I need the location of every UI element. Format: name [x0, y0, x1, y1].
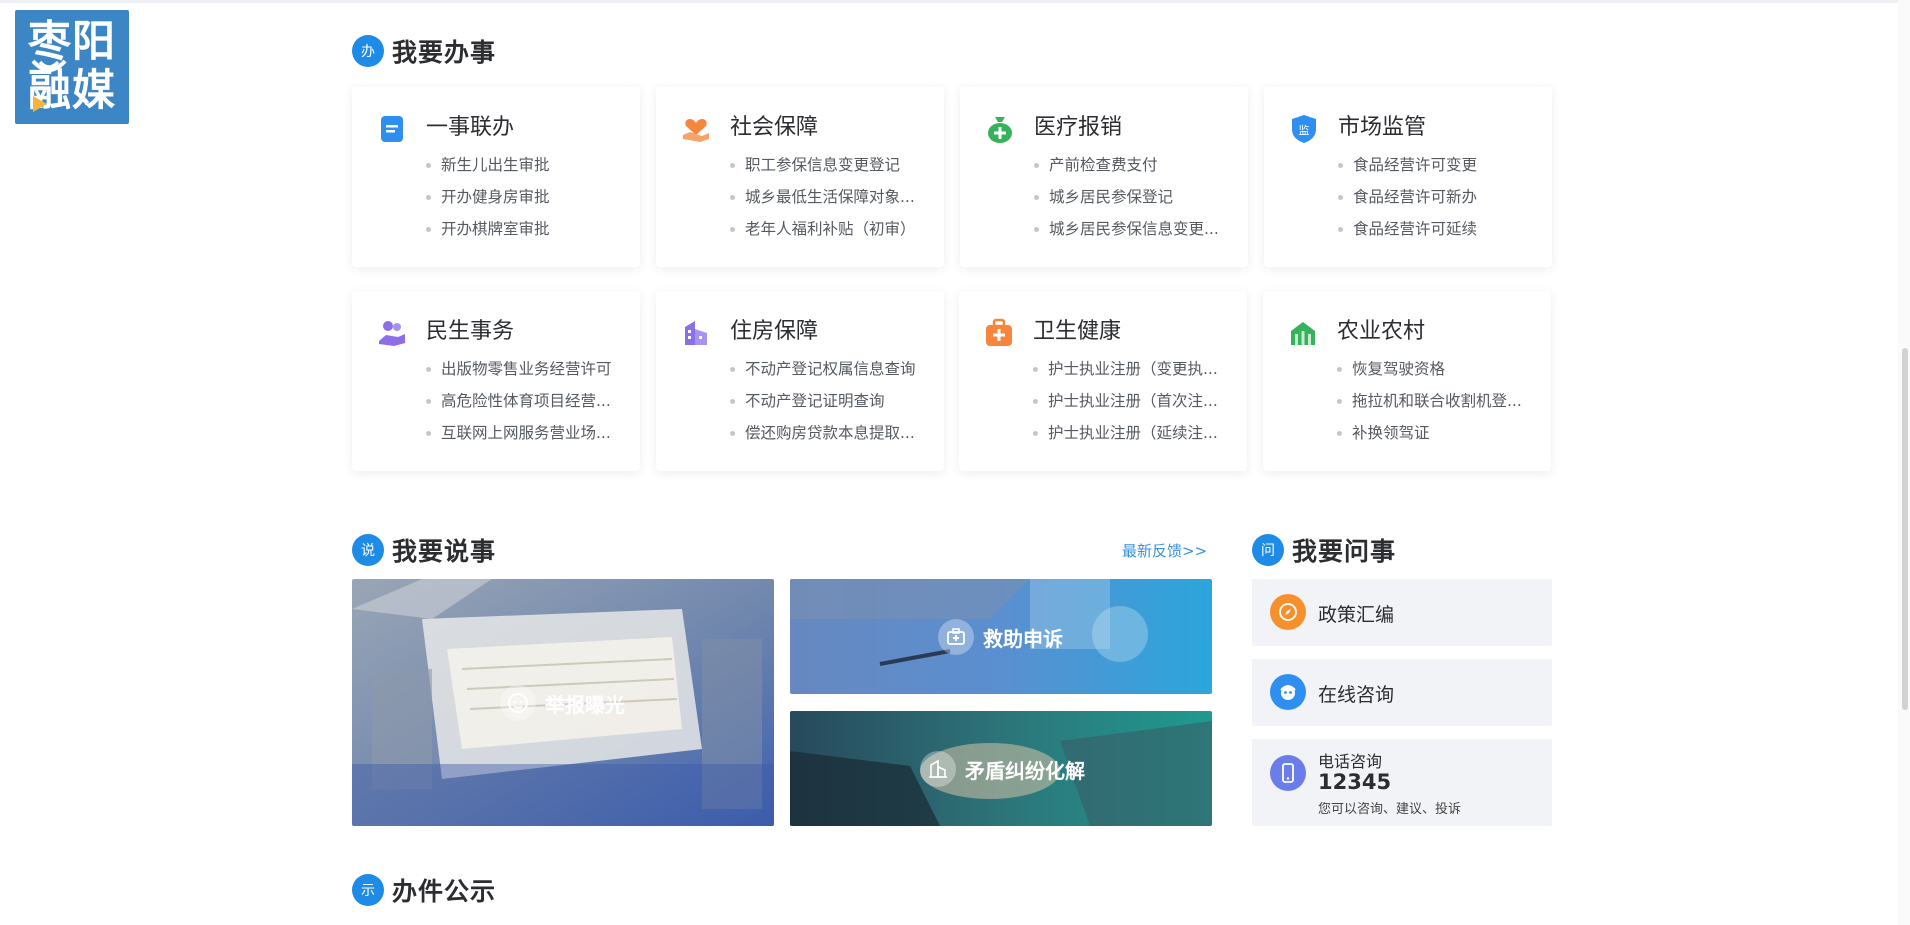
farm-icon	[1291, 322, 1315, 345]
wenshi-badge-icon: 问	[1252, 534, 1284, 566]
card-title: 一事联办	[426, 115, 515, 140]
medical-kit-icon	[986, 318, 1012, 346]
card-link[interactable]: 食品经营许可新办	[1338, 181, 1553, 213]
card-link[interactable]: 不动产登记权属信息查询	[730, 353, 945, 385]
logo-line-1: 枣阳	[28, 17, 116, 67]
banshi-heading: 我要办事	[392, 38, 497, 67]
rescue-appeal-label: 救助申诉	[983, 626, 1063, 651]
phone-consult-note: 您可以咨询、建议、投诉	[1318, 802, 1462, 817]
card-title: 社会保障	[730, 115, 819, 140]
service-card-yishilianban[interactable]: 一事联办 新生儿出生审批 开办健身房审批 开办棋牌室审批	[352, 87, 640, 267]
card-link[interactable]: 拖拉机和联合收割机登...	[1337, 385, 1552, 417]
money-bag-icon	[988, 117, 1012, 143]
service-card-weishengjiankang[interactable]: 卫生健康 护士执业注册（变更执... 护士执业注册（首次注... 护士执业注册（…	[959, 291, 1247, 471]
card-link[interactable]: 食品经营许可变更	[1338, 149, 1553, 181]
phone-consult-item[interactable]: 电话咨询 12345 您可以咨询、建议、投诉	[1252, 739, 1552, 826]
phone-icon	[1270, 755, 1306, 791]
card-link[interactable]: 高危险性体育项目经营...	[426, 385, 641, 417]
policy-compilation-item[interactable]: 政策汇编	[1252, 579, 1552, 646]
policy-compilation-label: 政策汇编	[1318, 604, 1395, 626]
card-link[interactable]: 护士执业注册（首次注...	[1033, 385, 1248, 417]
card-link[interactable]: 护士执业注册（变更执...	[1033, 353, 1248, 385]
site-logo[interactable]: 枣阳 融媒	[15, 10, 129, 124]
card-link[interactable]: 食品经营许可延续	[1338, 213, 1553, 245]
service-card-minshengshiwu[interactable]: 民生事务 出版物零售业务经营许可 高危险性体育项目经营... 互联网上网服务营业…	[352, 291, 640, 471]
dispute-mediation-tile[interactable]: 矛盾纠纷化解	[790, 711, 1212, 826]
section-shuoshi-title: 说 我要说事	[352, 533, 496, 567]
chat-bot-icon	[1270, 674, 1306, 710]
card-link[interactable]: 不动产登记证明查询	[730, 385, 945, 417]
online-consult-item[interactable]: 在线咨询	[1252, 659, 1552, 726]
card-link[interactable]: 产前检查费支付	[1034, 149, 1249, 181]
service-card-shehuibaozhang[interactable]: 社会保障 职工参保信息变更登记 城乡最低生活保障对象... 老年人福利补贴（初审…	[656, 87, 944, 267]
card-link[interactable]: 城乡居民参保登记	[1034, 181, 1249, 213]
document-icon	[381, 116, 403, 142]
card-link[interactable]: 互联网上网服务营业场...	[426, 417, 641, 449]
building-icon	[685, 321, 707, 345]
latest-feedback-link[interactable]: 最新反馈>>	[1122, 540, 1207, 561]
card-title: 市场监管	[1338, 115, 1427, 140]
people-hand-icon	[379, 321, 405, 346]
report-exposure-tile[interactable]: 举报曝光	[352, 579, 774, 826]
medical-bag-icon	[938, 619, 974, 655]
shuoshi-badge-icon: 说	[352, 534, 384, 566]
wenshi-heading: 我要问事	[1292, 537, 1397, 566]
service-card-nongyenongcun[interactable]: 农业农村 恢复驾驶资格 拖拉机和联合收割机登... 补换领驾证	[1263, 291, 1551, 471]
rescue-appeal-tile[interactable]: 救助申诉	[790, 579, 1212, 694]
banshi-badge-icon: 办	[352, 35, 384, 67]
dispute-mediation-label: 矛盾纠纷化解	[965, 758, 1085, 783]
phone-number: 12345	[1318, 770, 1392, 794]
card-link[interactable]: 出版物零售业务经营许可	[426, 353, 641, 385]
gongshi-badge-icon: 示	[352, 874, 384, 906]
card-link[interactable]: 护士执业注册（延续注...	[1033, 417, 1248, 449]
service-card-shichangjianguan[interactable]: 监 市场监管 食品经营许可变更 食品经营许可新办 食品经营许可延续	[1264, 87, 1552, 267]
card-link[interactable]: 职工参保信息变更登记	[730, 149, 945, 181]
service-card-yiliaobaoxiao[interactable]: 医疗报销 产前检查费支付 城乡居民参保登记 城乡居民参保信息变更...	[960, 87, 1248, 267]
card-link[interactable]: 补换领驾证	[1337, 417, 1552, 449]
card-link[interactable]: 开办健身房审批	[426, 181, 641, 213]
svg-text:监: 监	[1299, 124, 1310, 137]
gongshi-heading: 办件公示	[392, 877, 497, 906]
card-title: 住房保障	[730, 319, 819, 344]
section-gongshi-title: 示 办件公示	[352, 873, 496, 907]
section-wenshi-title: 问 我要问事	[1252, 533, 1396, 567]
play-icon	[33, 96, 47, 112]
section-banshi-title: 办 我要办事	[352, 34, 496, 68]
card-link[interactable]: 老年人福利补贴（初审）	[730, 213, 945, 245]
online-consult-label: 在线咨询	[1318, 684, 1395, 706]
top-border	[0, 0, 1910, 3]
card-link[interactable]: 城乡最低生活保障对象...	[730, 181, 945, 213]
card-title: 民生事务	[426, 319, 515, 344]
hand-heart-icon	[683, 119, 709, 142]
card-link[interactable]: 城乡居民参保信息变更...	[1034, 213, 1249, 245]
scrollbar-thumb[interactable]	[1902, 348, 1908, 710]
card-link[interactable]: 新生儿出生审批	[426, 149, 641, 181]
card-link[interactable]: 恢复驾驶资格	[1337, 353, 1552, 385]
service-card-zhufangbaozhang[interactable]: 住房保障 不动产登记权属信息查询 不动产登记证明查询 偿还购房贷款本息提取...	[656, 291, 944, 471]
shield-icon: 监	[1292, 115, 1316, 143]
card-title: 农业农村	[1337, 319, 1426, 344]
compass-icon	[1270, 594, 1306, 630]
card-title: 医疗报销	[1034, 115, 1123, 140]
card-link[interactable]: 偿还购房贷款本息提取...	[730, 417, 945, 449]
face-icon	[500, 685, 536, 721]
phone-consult-title: 电话咨询	[1318, 752, 1383, 771]
shuoshi-heading: 我要说事	[392, 537, 497, 566]
report-exposure-label: 举报曝光	[545, 692, 625, 717]
building-outline-icon	[920, 751, 956, 787]
card-link[interactable]: 开办棋牌室审批	[426, 213, 641, 245]
card-title: 卫生健康	[1033, 319, 1122, 344]
